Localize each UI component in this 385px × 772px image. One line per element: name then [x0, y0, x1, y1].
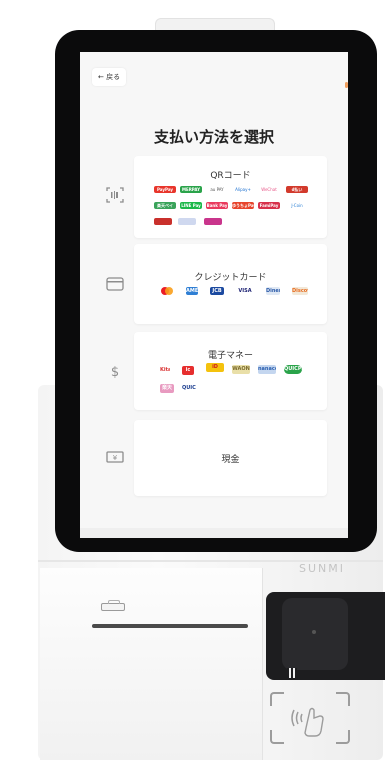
payment-logo: Bank Pay [206, 202, 228, 209]
nfc-reader[interactable] [270, 692, 350, 744]
payment-logo: WeChat [261, 187, 277, 192]
payment-logo: WAON [232, 365, 250, 374]
payment-logo: 楽天ペイ [154, 202, 176, 209]
svg-text:$: $ [111, 365, 119, 379]
svg-text:¥: ¥ [113, 454, 118, 462]
payment-option-credit-card[interactable]: クレジットカード AMEX JCB VISA Diners Discover [134, 244, 327, 324]
touch-screen: ← 戻る 支払い方法を選択 QRコード PayPay MERPAY au PAY… [80, 52, 348, 538]
payment-option-cash[interactable]: 現金 [134, 420, 327, 496]
option-label: QRコード [210, 171, 251, 181]
option-label: 現金 [221, 455, 240, 465]
payment-logo: LINE Pay [180, 202, 202, 209]
page-title: 支払い方法を選択 [153, 128, 274, 146]
payment-logo: ゆうちょPay [232, 202, 254, 209]
nfc-tap-icon [291, 707, 324, 737]
brand-logo: SUNMI [299, 562, 345, 575]
payment-logo: QUICPay [284, 365, 302, 374]
receipt-printer [40, 568, 263, 760]
payment-logo [154, 218, 172, 225]
payment-logo: JCB [210, 287, 224, 295]
screen-bottom-edge [80, 528, 348, 538]
payment-logo: ic [182, 366, 194, 375]
scanner-sensor [312, 630, 316, 634]
cash-icon: ¥ [104, 446, 126, 468]
payment-logo: au PAY [210, 187, 224, 192]
qr-scan-icon [104, 184, 126, 206]
qr-sticker-icon [287, 668, 297, 678]
credit-card-icon [104, 273, 126, 295]
option-label: 電子マネー [207, 351, 253, 361]
payment-logo: FamiPay [258, 202, 280, 209]
payment-logo: PayPay [154, 186, 176, 193]
printer-open-button[interactable] [101, 600, 125, 611]
payment-logo: Kitaca [160, 367, 170, 373]
payment-logo: 楽天Edy [160, 384, 174, 393]
receipt-slot [92, 624, 248, 628]
payment-option-e-money[interactable]: 電子マネー Kitaca ic iD WAON nanaco QUICPay 楽… [134, 332, 327, 410]
mastercard-logo [160, 287, 174, 295]
payment-logo [178, 218, 196, 225]
payment-logo: Alipay+ [235, 187, 251, 192]
option-label: クレジットカード [194, 273, 267, 283]
payment-logo: Diners [266, 287, 280, 295]
dollar-icon: $ [104, 360, 126, 382]
payment-logo: Discover [292, 287, 308, 295]
status-indicator [345, 82, 348, 88]
payment-logo: J-Coin [291, 203, 303, 208]
payment-option-qr[interactable]: QRコード PayPay MERPAY au PAY Alipay+ WeCha… [134, 156, 327, 238]
payment-logo: QUICPay+ [182, 385, 196, 391]
payment-logo: d払い [286, 186, 308, 193]
payment-logo: nanaco [258, 365, 276, 374]
payment-logo: MERPAY [180, 186, 202, 193]
payment-logo [204, 218, 222, 225]
payment-logo: AMEX [186, 287, 198, 295]
back-button[interactable]: ← 戻る [92, 68, 127, 86]
payment-logo: VISA [238, 288, 252, 294]
payment-logo: iD [206, 363, 224, 372]
scanner-window [282, 598, 348, 670]
